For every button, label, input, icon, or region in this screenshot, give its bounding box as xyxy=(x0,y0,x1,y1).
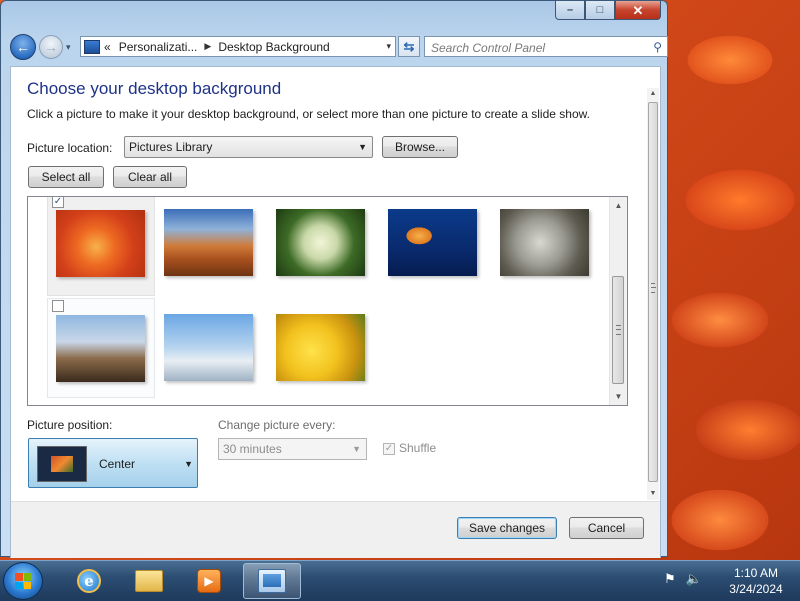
picture-tile-tulips[interactable] xyxy=(271,298,379,398)
clock-time: 1:10 AM xyxy=(733,566,779,580)
control-panel-icon xyxy=(258,569,286,593)
picture-tile-koala[interactable] xyxy=(495,197,603,296)
close-button[interactable]: ✕ xyxy=(615,1,661,20)
picture-checkbox[interactable]: ✓ xyxy=(52,197,64,208)
breadcrumb-desktop-background[interactable]: Desktop Background xyxy=(218,40,329,54)
back-arrow-icon: ← xyxy=(16,39,30,55)
breadcrumb-overflow[interactable]: « xyxy=(104,40,111,54)
taskbar-media-player[interactable]: ▶ xyxy=(180,563,238,599)
forward-arrow-icon: → xyxy=(44,39,58,55)
windows-logo-icon xyxy=(15,573,31,589)
content-pane: Choose your desktop background Click a p… xyxy=(10,66,661,558)
picture-position-label: Picture position: xyxy=(27,418,113,432)
search-icon[interactable]: ⚲ xyxy=(653,40,662,54)
taskbar-internet-explorer[interactable]: e xyxy=(60,563,118,599)
control-panel-icon xyxy=(84,39,100,54)
address-dropdown-icon[interactable]: ▾ xyxy=(386,41,391,52)
grip-icon xyxy=(651,283,656,293)
forward-button[interactable]: → xyxy=(39,35,63,59)
notification-area: ⚑ 🔈 xyxy=(664,571,702,587)
refresh-icon: ⇆ xyxy=(403,38,415,54)
recent-pages-dropdown[interactable]: ▾ xyxy=(66,42,71,53)
koala-image xyxy=(500,209,589,276)
scroll-up-button[interactable]: ▲ xyxy=(647,88,659,100)
navigation-bar: ← → ▾ « Personalizati... ▶ Desktop Backg… xyxy=(10,34,668,60)
chevron-down-icon: ▼ xyxy=(184,459,193,469)
window-caption-buttons: – □ ✕ xyxy=(555,1,661,20)
picture-tile-penguins[interactable] xyxy=(159,298,267,398)
start-button[interactable] xyxy=(3,562,43,600)
clock[interactable]: 1:10 AM 3/24/2024 xyxy=(716,565,796,597)
picture-position-select[interactable]: Center ▼ xyxy=(28,438,198,488)
change-picture-label: Change picture every: xyxy=(218,418,336,432)
scroll-up-button[interactable]: ▲ xyxy=(610,197,627,214)
media-player-icon: ▶ xyxy=(197,569,221,593)
tulips-image xyxy=(276,314,365,381)
minimize-button[interactable]: – xyxy=(555,1,585,20)
maximize-icon: □ xyxy=(596,3,604,16)
taskbar: e ▶ ⚑ 🔈 1:10 AM 3/24/2024 xyxy=(0,560,800,601)
footer-bar xyxy=(11,501,660,558)
breadcrumb-separator-icon[interactable]: ▶ xyxy=(204,41,211,52)
picture-checkbox[interactable] xyxy=(52,300,64,312)
search-input[interactable] xyxy=(429,38,633,57)
content-scrollbar[interactable]: ▲ ▼ xyxy=(647,88,659,500)
lighthouse-image xyxy=(56,315,145,382)
cancel-button[interactable]: Cancel xyxy=(569,517,644,539)
minimize-icon: – xyxy=(566,3,574,16)
grip-icon xyxy=(616,325,621,335)
folder-icon xyxy=(135,570,163,592)
maximize-button[interactable]: □ xyxy=(585,1,615,20)
picture-tile-chrysanthemum[interactable]: ✓ xyxy=(47,197,155,296)
clear-all-button[interactable]: Clear all xyxy=(113,166,187,188)
scroll-down-button[interactable]: ▼ xyxy=(647,488,659,500)
picture-grid-scrollbar[interactable]: ▲ ▼ xyxy=(609,197,627,405)
picture-tile-jellyfish[interactable] xyxy=(383,197,491,296)
scroll-thumb[interactable] xyxy=(612,276,624,384)
taskbar-control-panel[interactable] xyxy=(243,563,301,599)
chevron-down-icon: ▼ xyxy=(358,142,367,152)
select-all-button[interactable]: Select all xyxy=(28,166,104,188)
refresh-button[interactable]: ⇆ xyxy=(398,36,420,57)
shuffle-label: Shuffle xyxy=(399,441,437,455)
action-center-flag-icon[interactable]: ⚑ xyxy=(664,571,676,587)
browse-button[interactable]: Browse... xyxy=(382,136,458,158)
picture-tile-hydrangeas[interactable] xyxy=(271,197,379,296)
internet-explorer-icon: e xyxy=(77,569,101,593)
scroll-down-button[interactable]: ▼ xyxy=(610,388,627,405)
back-button[interactable]: ← xyxy=(10,34,36,60)
save-changes-button[interactable]: Save changes xyxy=(457,517,557,539)
shuffle-checkbox[interactable]: ✓ xyxy=(383,443,395,455)
volume-muted-icon[interactable]: 🔈 xyxy=(686,571,702,587)
picture-location-select[interactable]: Pictures Library ▼ xyxy=(124,136,373,158)
search-box[interactable]: ⚲ xyxy=(424,36,668,57)
page-description: Click a picture to make it your desktop … xyxy=(27,107,590,121)
clock-date: 3/24/2024 xyxy=(729,582,783,596)
chrysanthemum-image xyxy=(56,210,145,277)
chevron-down-icon: ▼ xyxy=(352,444,361,454)
control-panel-window: – □ ✕ ← → ▾ « Personalizati... ▶ Desktop… xyxy=(0,0,668,558)
picture-location-value: Pictures Library xyxy=(129,140,213,154)
picture-tile-lighthouse[interactable] xyxy=(47,298,155,398)
page-title: Choose your desktop background xyxy=(27,79,282,98)
scroll-thumb[interactable] xyxy=(648,102,658,482)
picture-position-value: Center xyxy=(99,457,136,471)
taskbar-windows-explorer[interactable] xyxy=(120,563,178,599)
jellyfish-image xyxy=(388,209,477,276)
picture-tile-desert[interactable] xyxy=(159,197,267,296)
change-interval-select[interactable]: 30 minutes ▼ xyxy=(218,438,367,460)
desert-image xyxy=(164,209,253,276)
address-bar[interactable]: « Personalizati... ▶ Desktop Background … xyxy=(80,36,396,57)
penguins-image xyxy=(164,314,253,381)
hydrangeas-image xyxy=(276,209,365,276)
breadcrumb-personalization[interactable]: Personalizati... xyxy=(119,40,198,54)
position-preview-icon xyxy=(37,446,87,482)
picture-grid: ✓ ▲ ▼ xyxy=(27,196,628,406)
change-interval-value: 30 minutes xyxy=(223,442,282,456)
picture-location-label: Picture location: xyxy=(27,141,113,155)
close-icon: ✕ xyxy=(632,2,644,18)
